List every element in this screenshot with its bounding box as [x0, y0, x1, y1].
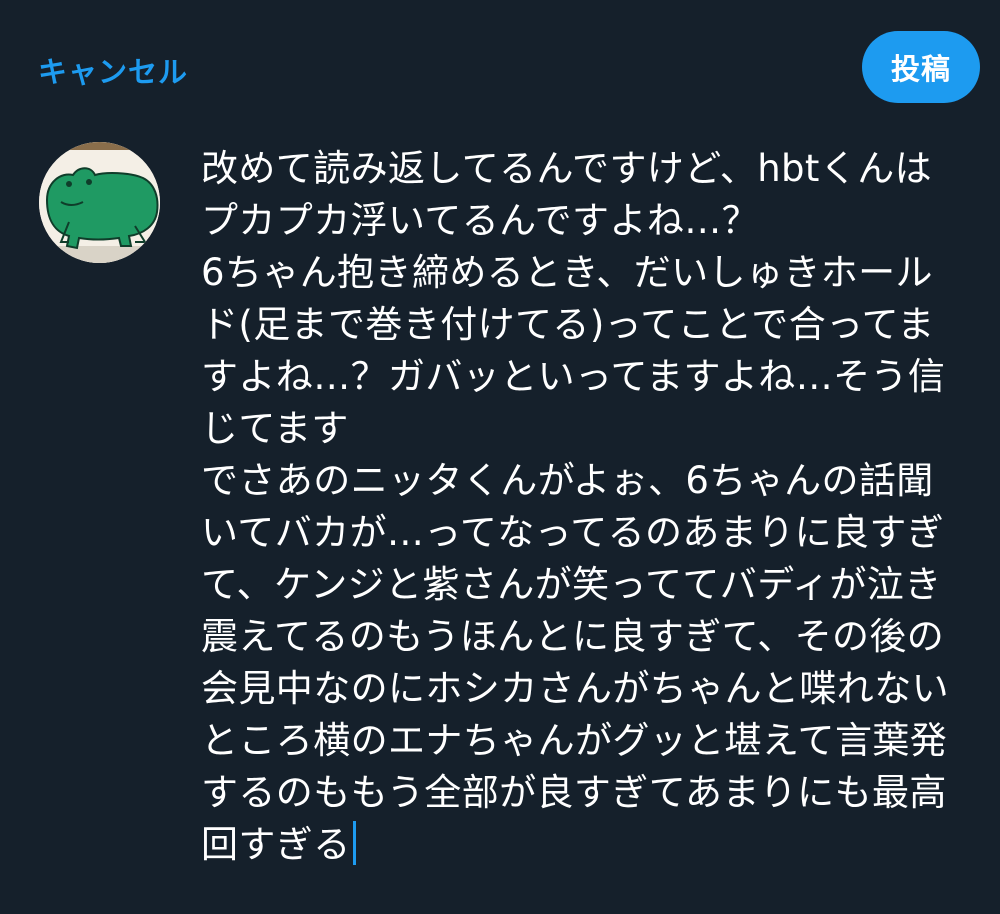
- text-line-last-content: 回すぎる: [201, 823, 351, 866]
- text-line: ところ横のエナちゃんがグッと堪えて言葉発: [201, 719, 948, 762]
- text-line: ド(足まで巻き付けてる)ってことで合ってま: [201, 303, 935, 346]
- avatar[interactable]: [39, 142, 160, 263]
- text-line: するのももう全部が良すぎてあまりにも最高: [201, 771, 947, 814]
- text-line: 改めて読み返してるんですけど、hbtくんは: [201, 147, 933, 190]
- text-line: いてバカが…ってなってるのあまりに良すぎ: [201, 511, 945, 554]
- text-caret: [352, 821, 356, 865]
- text-line: すよね…？ガバッといってますよね…そう信: [201, 355, 946, 398]
- text-line: プカプカ浮いてるんですよね…？: [201, 199, 760, 242]
- text-line: じてます: [201, 407, 349, 450]
- text-line: 6ちゃん抱き締めるとき、だいしゅきホール: [201, 251, 933, 294]
- text-line: 震えてるのもうほんとに良すぎて、その後の: [201, 615, 945, 658]
- text-line: でさあのニッタくんがよぉ、6ちゃんの話聞: [201, 459, 934, 502]
- frog-icon: [39, 142, 160, 263]
- tweet-compose-text[interactable]: 改めて読み返してるんですけど、hbtくんは プカプカ浮いてるんですよね…？ 6ち…: [201, 143, 961, 871]
- post-button[interactable]: 投稿: [862, 31, 980, 103]
- text-line-last: 回すぎる: [201, 819, 961, 871]
- text-line: て、ケンジと紫さんが笑っててバディが泣き: [201, 563, 942, 606]
- cancel-button[interactable]: キャンセル: [38, 49, 188, 91]
- text-line: 会見中なのにホシカさんがちゃんと喋れない: [201, 667, 949, 710]
